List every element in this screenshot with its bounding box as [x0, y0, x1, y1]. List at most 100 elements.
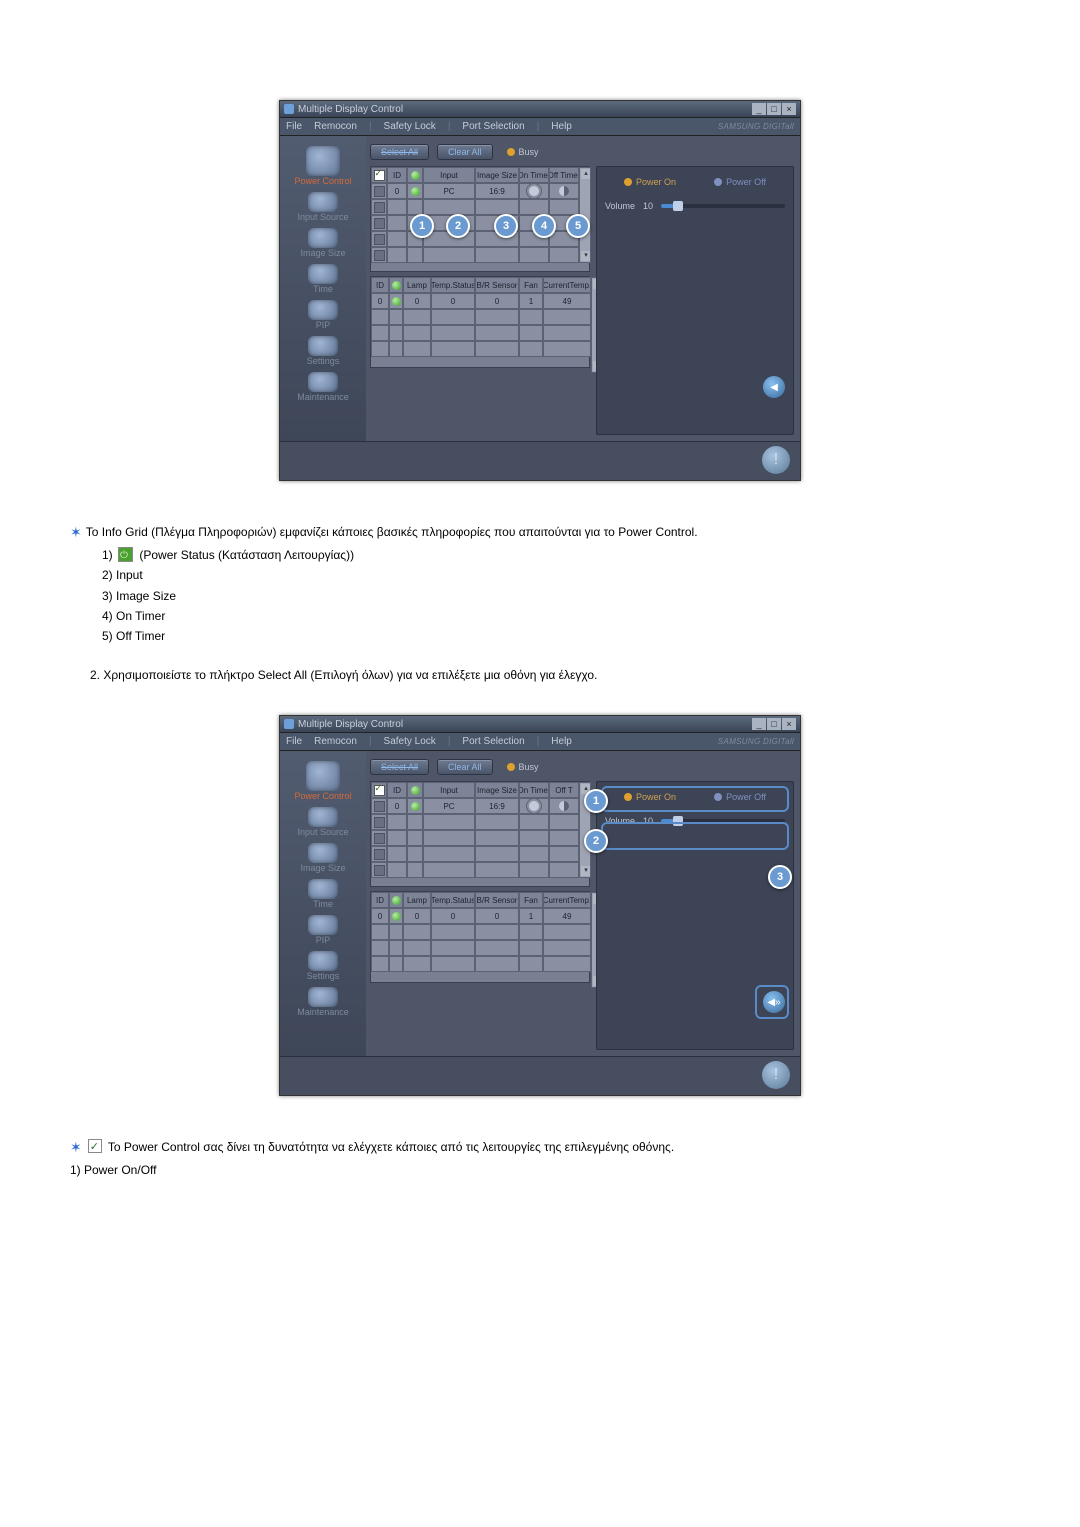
speaker-icon[interactable]: ◀»	[763, 991, 785, 1013]
maximize-icon[interactable]: □	[767, 103, 781, 115]
sidebar-item-settings[interactable]: Settings	[283, 949, 363, 983]
sidebar-item-label: Settings	[307, 356, 340, 366]
checkbox-icon[interactable]	[374, 202, 385, 213]
menu-help[interactable]: Help	[551, 736, 572, 747]
checkbox-icon[interactable]	[374, 801, 385, 812]
timer-off-icon	[559, 801, 569, 811]
checkbox-icon	[88, 1139, 102, 1153]
sidebar-item-maintenance[interactable]: Maintenance	[283, 985, 363, 1019]
slider-thumb[interactable]	[673, 816, 683, 826]
menu-file[interactable]: File	[286, 121, 302, 132]
maintenance-icon	[308, 372, 338, 392]
busy-dot-icon	[507, 763, 515, 771]
minimize-icon[interactable]: _	[752, 718, 766, 730]
checkbox-icon[interactable]	[374, 234, 385, 245]
checkbox-icon[interactable]	[374, 817, 385, 828]
menu-port-selection[interactable]: Port Selection	[462, 121, 524, 132]
info-icon[interactable]: !	[762, 1061, 790, 1089]
volume-slider[interactable]	[661, 819, 785, 823]
checkbox-icon[interactable]	[374, 785, 385, 796]
col-input: Input	[423, 167, 475, 183]
select-all-button[interactable]: Select All	[370, 144, 429, 160]
status-bar: !	[280, 441, 800, 480]
checkbox-icon[interactable]	[374, 186, 385, 197]
row-check[interactable]	[371, 199, 387, 215]
speaker-icon[interactable]: ◀	[763, 376, 785, 398]
volume-slider[interactable]	[661, 204, 785, 208]
power-off-label: Power Off	[726, 792, 766, 802]
sidebar-item-input-source[interactable]: Input Source	[283, 805, 363, 839]
menu-file[interactable]: File	[286, 736, 302, 747]
row-ct: 49	[543, 293, 591, 309]
row-check[interactable]	[371, 798, 387, 814]
row-check[interactable]	[371, 247, 387, 263]
power-on-button[interactable]: Power On	[624, 792, 676, 802]
row-check[interactable]	[371, 830, 387, 846]
menu-help[interactable]: Help	[551, 121, 572, 132]
input-source-icon	[308, 807, 338, 827]
power-off-button[interactable]: Power Off	[714, 792, 766, 802]
sidebar-item-image-size[interactable]: Image Size	[283, 841, 363, 875]
sidebar-item-time[interactable]: Time	[283, 877, 363, 911]
maximize-icon[interactable]: □	[767, 718, 781, 730]
window-buttons[interactable]: _□×	[751, 718, 796, 730]
checkbox-icon[interactable]	[374, 250, 385, 261]
menu-remocon[interactable]: Remocon	[314, 121, 357, 132]
clear-all-button[interactable]: Clear All	[437, 759, 493, 775]
power-on-button[interactable]: Power On	[624, 177, 676, 187]
brand-logo: SAMSUNG DIGITall	[718, 122, 794, 131]
row-check[interactable]	[371, 862, 387, 878]
sidebar-item-pip[interactable]: PIP	[283, 298, 363, 332]
page: Multiple Display Control _□× File Remoco…	[0, 0, 1080, 1250]
busy-dot-icon	[507, 148, 515, 156]
close-icon[interactable]: ×	[782, 103, 796, 115]
col-on-timer: On Timer	[519, 782, 549, 798]
checkbox-icon[interactable]	[374, 833, 385, 844]
checkbox-icon[interactable]	[374, 170, 385, 181]
pip-icon	[308, 915, 338, 935]
menu-port-selection[interactable]: Port Selection	[462, 736, 524, 747]
toolbar: Select All Clear All Busy	[370, 142, 794, 162]
sidebar-item-power-control[interactable]: Power Control	[283, 144, 363, 188]
row-check[interactable]	[371, 846, 387, 862]
power-off-button[interactable]: Power Off	[714, 177, 766, 187]
menu-remocon[interactable]: Remocon	[314, 736, 357, 747]
scroll-up-icon[interactable]: ▴	[581, 169, 591, 179]
row-check[interactable]	[371, 183, 387, 199]
minimize-icon[interactable]: _	[752, 103, 766, 115]
menu-safety-lock[interactable]: Safety Lock	[384, 121, 436, 132]
status-dot-icon	[411, 802, 420, 811]
col-temp-status: Temp.Status	[431, 277, 475, 293]
row-status	[407, 798, 423, 814]
power-status-icon	[118, 547, 133, 562]
image-size-icon	[308, 228, 338, 248]
timer-off-icon	[527, 184, 541, 198]
image-size-icon	[308, 843, 338, 863]
checkbox-icon[interactable]	[374, 218, 385, 229]
checkbox-icon[interactable]	[374, 849, 385, 860]
select-all-button[interactable]: Select All	[370, 759, 429, 775]
checkbox-icon[interactable]	[374, 865, 385, 876]
scroll-down-icon[interactable]: ▾	[581, 866, 591, 876]
row-check[interactable]	[371, 814, 387, 830]
sidebar-item-image-size[interactable]: Image Size	[283, 226, 363, 260]
row-check[interactable]	[371, 231, 387, 247]
sidebar-item-pip[interactable]: PIP	[283, 913, 363, 947]
input-source-icon	[308, 192, 338, 212]
sidebar-item-power-control[interactable]: Power Control	[283, 759, 363, 803]
window-buttons[interactable]: _□×	[751, 103, 796, 115]
sidebar-item-input-source[interactable]: Input Source	[283, 190, 363, 224]
row-check[interactable]	[371, 215, 387, 231]
menu-safety-lock[interactable]: Safety Lock	[384, 736, 436, 747]
clear-all-button[interactable]: Clear All	[437, 144, 493, 160]
sidebar-item-maintenance[interactable]: Maintenance	[283, 370, 363, 404]
sidebar-item-time[interactable]: Time	[283, 262, 363, 296]
info-icon[interactable]: !	[762, 446, 790, 474]
sidebar-item-settings[interactable]: Settings	[283, 334, 363, 368]
close-icon[interactable]: ×	[782, 718, 796, 730]
col-check	[371, 167, 387, 183]
col-lamp: Lamp	[403, 277, 431, 293]
scroll-down-icon[interactable]: ▾	[581, 251, 591, 261]
slider-thumb[interactable]	[673, 201, 683, 211]
row-input: PC	[423, 798, 475, 814]
